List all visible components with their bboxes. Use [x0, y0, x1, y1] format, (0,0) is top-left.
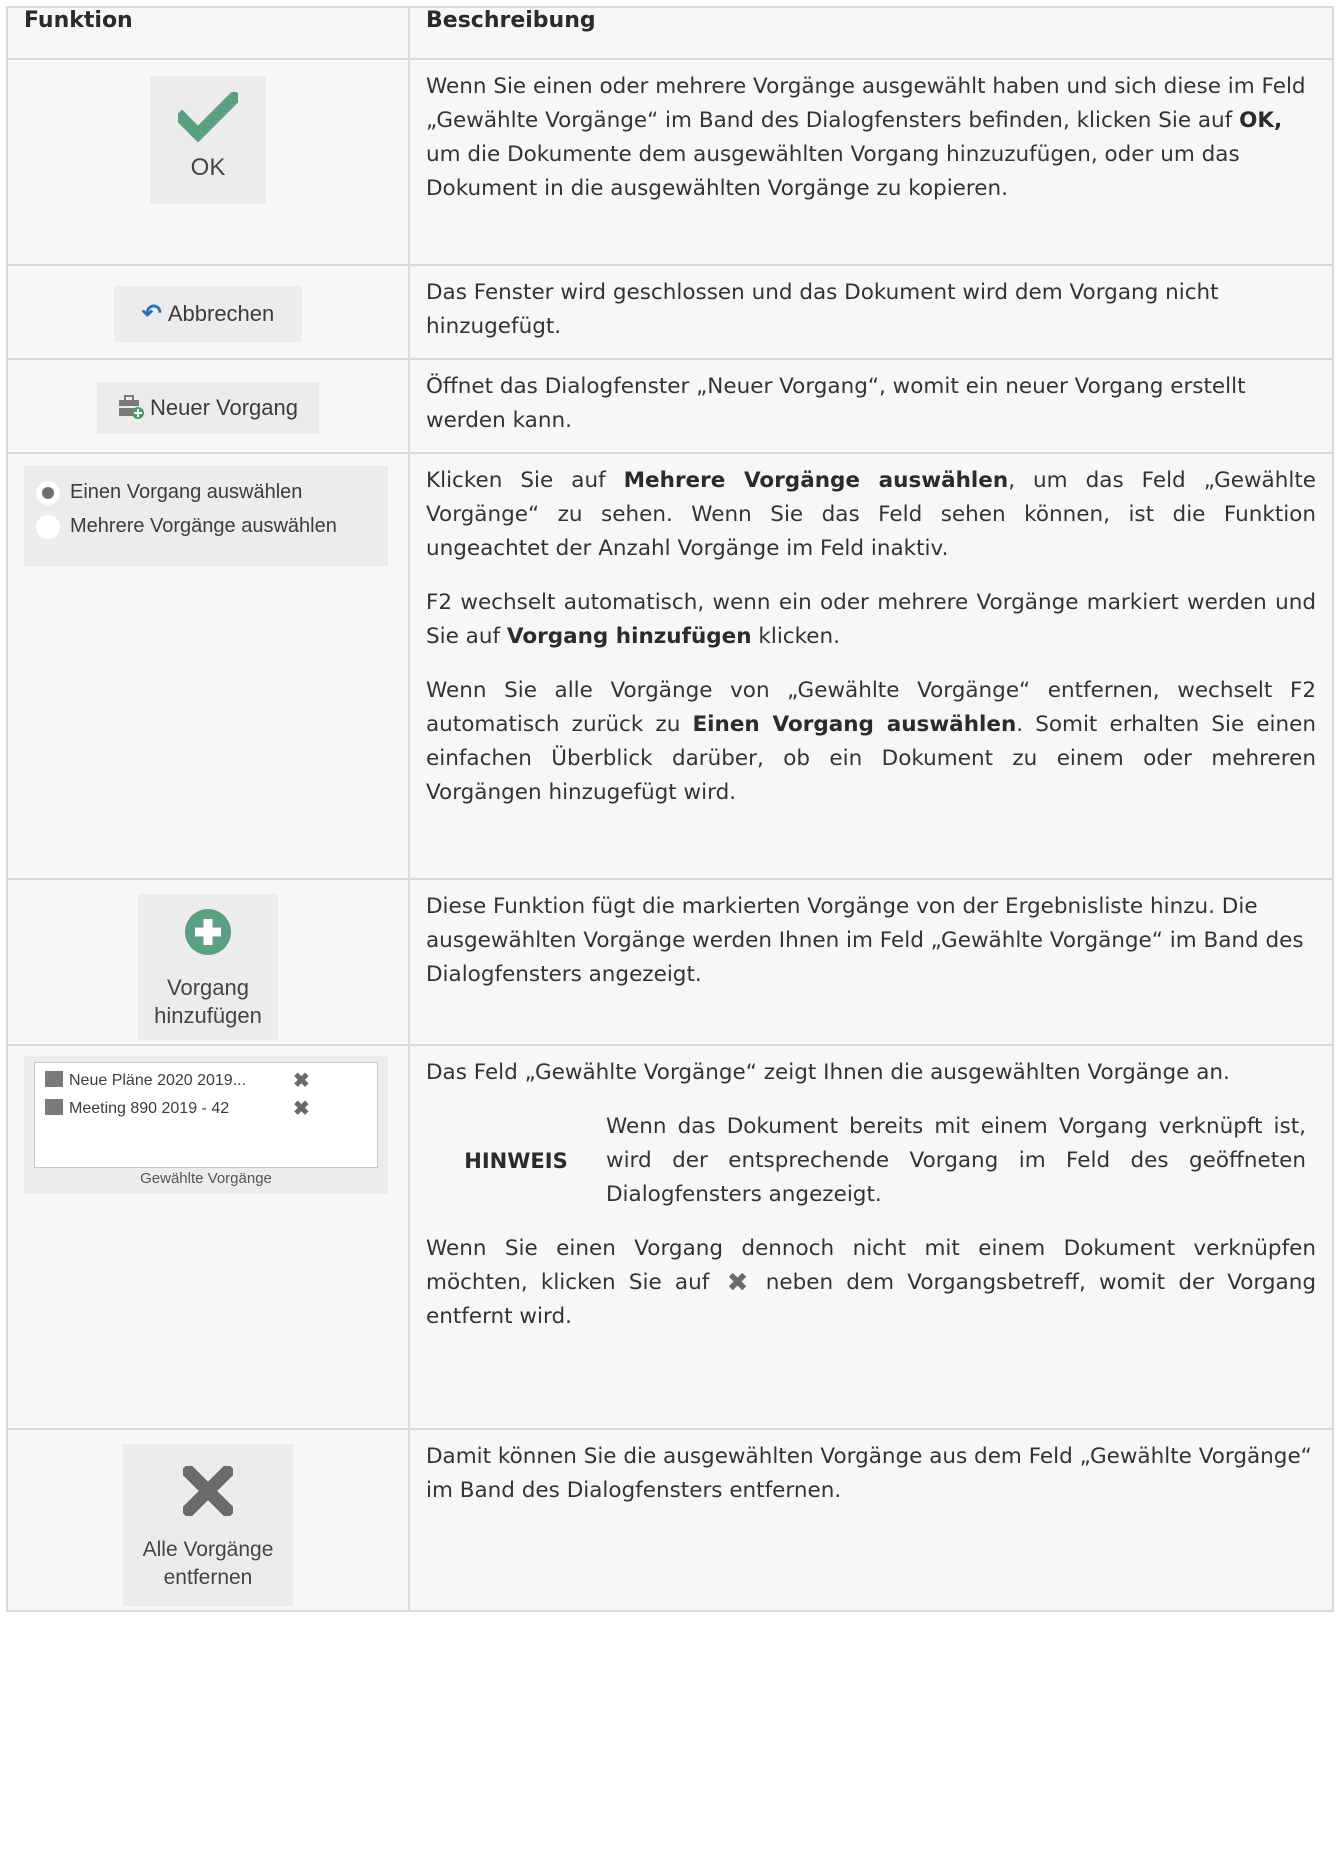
- table-row: Alle Vorgänge entfernen Damit können Sie …: [6, 1428, 1334, 1612]
- list-item: Meeting 890 2019 - 42 ✖: [45, 1097, 310, 1121]
- label-line: Alle Vorgänge: [142, 1538, 274, 1561]
- table-row: Neue Pläne 2020 2019... ✖ Meeting 890 20…: [6, 1044, 1334, 1430]
- cancel-button[interactable]: ↶ Abbrechen: [114, 286, 302, 342]
- table-row: OK Wenn Sie einen oder mehrere Vorgänge …: [6, 58, 1334, 266]
- ok-button-label: OK: [190, 154, 226, 181]
- description-text: Damit können Sie die ausgewählten Vorgän…: [426, 1444, 1312, 1503]
- description-cell: Öffnet das Dialogfenster „Neuer Vorgang“…: [408, 358, 1334, 454]
- header-description: Beschreibung: [408, 6, 1334, 60]
- ok-button[interactable]: OK: [150, 76, 266, 204]
- case-title: Neue Pläne 2020 2019...: [69, 1072, 247, 1089]
- description-cell: Damit können Sie die ausgewählten Vorgän…: [408, 1428, 1334, 1612]
- remove-x-icon: [183, 1466, 233, 1516]
- description-cell: Klicken Sie auf Mehrere Vorgänge auswähl…: [408, 452, 1334, 880]
- table-row: Neuer Vorgang Öffnet das Dialogfenster „…: [6, 358, 1334, 454]
- plus-circle-icon: [185, 909, 231, 955]
- function-cell: Neue Pläne 2020 2019... ✖ Meeting 890 20…: [6, 1044, 410, 1430]
- remove-item-icon[interactable]: ✖: [293, 1097, 310, 1121]
- header-function: Funktion: [6, 6, 410, 60]
- remove-all-cases-button[interactable]: Alle Vorgänge entfernen: [123, 1444, 293, 1606]
- cancel-button-label: Abbrechen: [167, 301, 275, 326]
- table-header-row: Funktion Beschreibung: [6, 6, 1334, 60]
- case-title: Meeting 890 2019 - 42: [69, 1100, 230, 1117]
- selected-cases-caption: Gewählte Vorgänge: [140, 1170, 272, 1187]
- function-table: Funktion Beschreibung OK Wenn Sie einen …: [6, 6, 1334, 1612]
- desc-bold: Einen Vorgang auswählen: [692, 712, 1017, 737]
- function-cell: Vorgang hinzufügen: [6, 878, 410, 1046]
- remove-all-button-label: Alle Vorgänge entfernen: [123, 1536, 293, 1592]
- description-cell: Das Fenster wird geschlossen und das Dok…: [408, 264, 1334, 360]
- add-case-button[interactable]: Vorgang hinzufügen: [138, 894, 278, 1040]
- new-case-button[interactable]: Neuer Vorgang: [97, 382, 319, 434]
- function-cell: OK: [6, 58, 410, 266]
- function-cell: Alle Vorgänge entfernen: [6, 1428, 410, 1612]
- radio-unselected-icon: [36, 514, 60, 539]
- description-paragraph: F2 wechselt automatisch, wenn ein oder m…: [426, 586, 1316, 654]
- undo-arrow-icon: ↶: [141, 300, 162, 327]
- note-label: HINWEIS: [464, 1149, 568, 1173]
- desc-text: Klicken Sie auf: [426, 468, 624, 493]
- selected-cases-field: Neue Pläne 2020 2019... ✖ Meeting 890 20…: [24, 1056, 388, 1194]
- label-line: entfernen: [163, 1566, 253, 1589]
- desc-bold: Mehrere Vorgänge auswählen: [623, 468, 1009, 493]
- description-cell: Das Feld „Gewählte Vorgänge“ zeigt Ihnen…: [408, 1044, 1334, 1430]
- description-cell: Wenn Sie einen oder mehrere Vorgänge aus…: [408, 58, 1334, 266]
- radio-label: Mehrere Vorgänge auswählen: [70, 515, 337, 537]
- label-line: hinzufügen: [154, 1003, 262, 1028]
- function-cell: Neuer Vorgang: [6, 358, 410, 454]
- desc-bold: Vorgang hinzufügen: [506, 624, 752, 649]
- add-case-button-label: Vorgang hinzufügen: [138, 974, 278, 1030]
- desc-text: um die Dokumente dem ausgewählten Vorgan…: [426, 142, 1240, 201]
- description-paragraph: Das Feld „Gewählte Vorgänge“ zeigt Ihnen…: [426, 1060, 1230, 1085]
- description-text: Öffnet das Dialogfenster „Neuer Vorgang“…: [426, 374, 1246, 433]
- radio-single-case[interactable]: Einen Vorgang auswählen: [36, 478, 302, 506]
- label-line: Vorgang: [167, 975, 249, 1000]
- case-icon: [45, 1099, 63, 1115]
- note-box: HINWEIS Wenn das Dokument bereits mit ei…: [426, 1110, 1316, 1212]
- desc-text: klicken.: [751, 624, 840, 649]
- checkmark-icon: [178, 92, 238, 142]
- table-row: Vorgang hinzufügen Diese Funktion fügt di…: [6, 878, 1334, 1046]
- selected-cases-list: Neue Pläne 2020 2019... ✖ Meeting 890 20…: [34, 1062, 378, 1168]
- new-case-button-label: Neuer Vorgang: [150, 395, 298, 420]
- radio-label: Einen Vorgang auswählen: [70, 481, 303, 503]
- list-item: Neue Pläne 2020 2019... ✖: [45, 1069, 310, 1093]
- note-text: Wenn das Dokument bereits mit einem Vorg…: [606, 1114, 1306, 1207]
- description-paragraph: Wenn Sie alle Vorgänge von „Gewählte Vor…: [426, 674, 1316, 810]
- description-text: Wenn Sie einen oder mehrere Vorgänge aus…: [426, 70, 1316, 206]
- description-paragraph: Klicken Sie auf Mehrere Vorgänge auswähl…: [426, 464, 1316, 566]
- description-text: Diese Funktion fügt die markierten Vorgä…: [426, 894, 1304, 987]
- remove-x-icon: ✖: [726, 1268, 749, 1298]
- desc-text: Wenn Sie einen oder mehrere Vorgänge aus…: [426, 74, 1306, 133]
- radio-multiple-cases[interactable]: Mehrere Vorgänge auswählen: [36, 512, 337, 540]
- description-paragraph: Wenn Sie einen Vorgang dennoch nicht mit…: [426, 1232, 1316, 1334]
- description-text: Das Fenster wird geschlossen und das Dok…: [426, 280, 1219, 339]
- table-row: Einen Vorgang auswählen Mehrere Vorgänge…: [6, 452, 1334, 880]
- case-icon: [45, 1071, 63, 1087]
- case-mode-radio-group: Einen Vorgang auswählen Mehrere Vorgänge…: [24, 466, 388, 566]
- function-cell: ↶ Abbrechen: [6, 264, 410, 360]
- radio-selected-icon: [36, 480, 60, 505]
- remove-item-icon[interactable]: ✖: [293, 1069, 310, 1093]
- function-cell: Einen Vorgang auswählen Mehrere Vorgänge…: [6, 452, 410, 880]
- table-row: ↶ Abbrechen Das Fenster wird geschlossen …: [6, 264, 1334, 360]
- description-cell: Diese Funktion fügt die markierten Vorgä…: [408, 878, 1334, 1046]
- new-case-icon: [119, 395, 144, 419]
- desc-bold: OK,: [1239, 108, 1283, 133]
